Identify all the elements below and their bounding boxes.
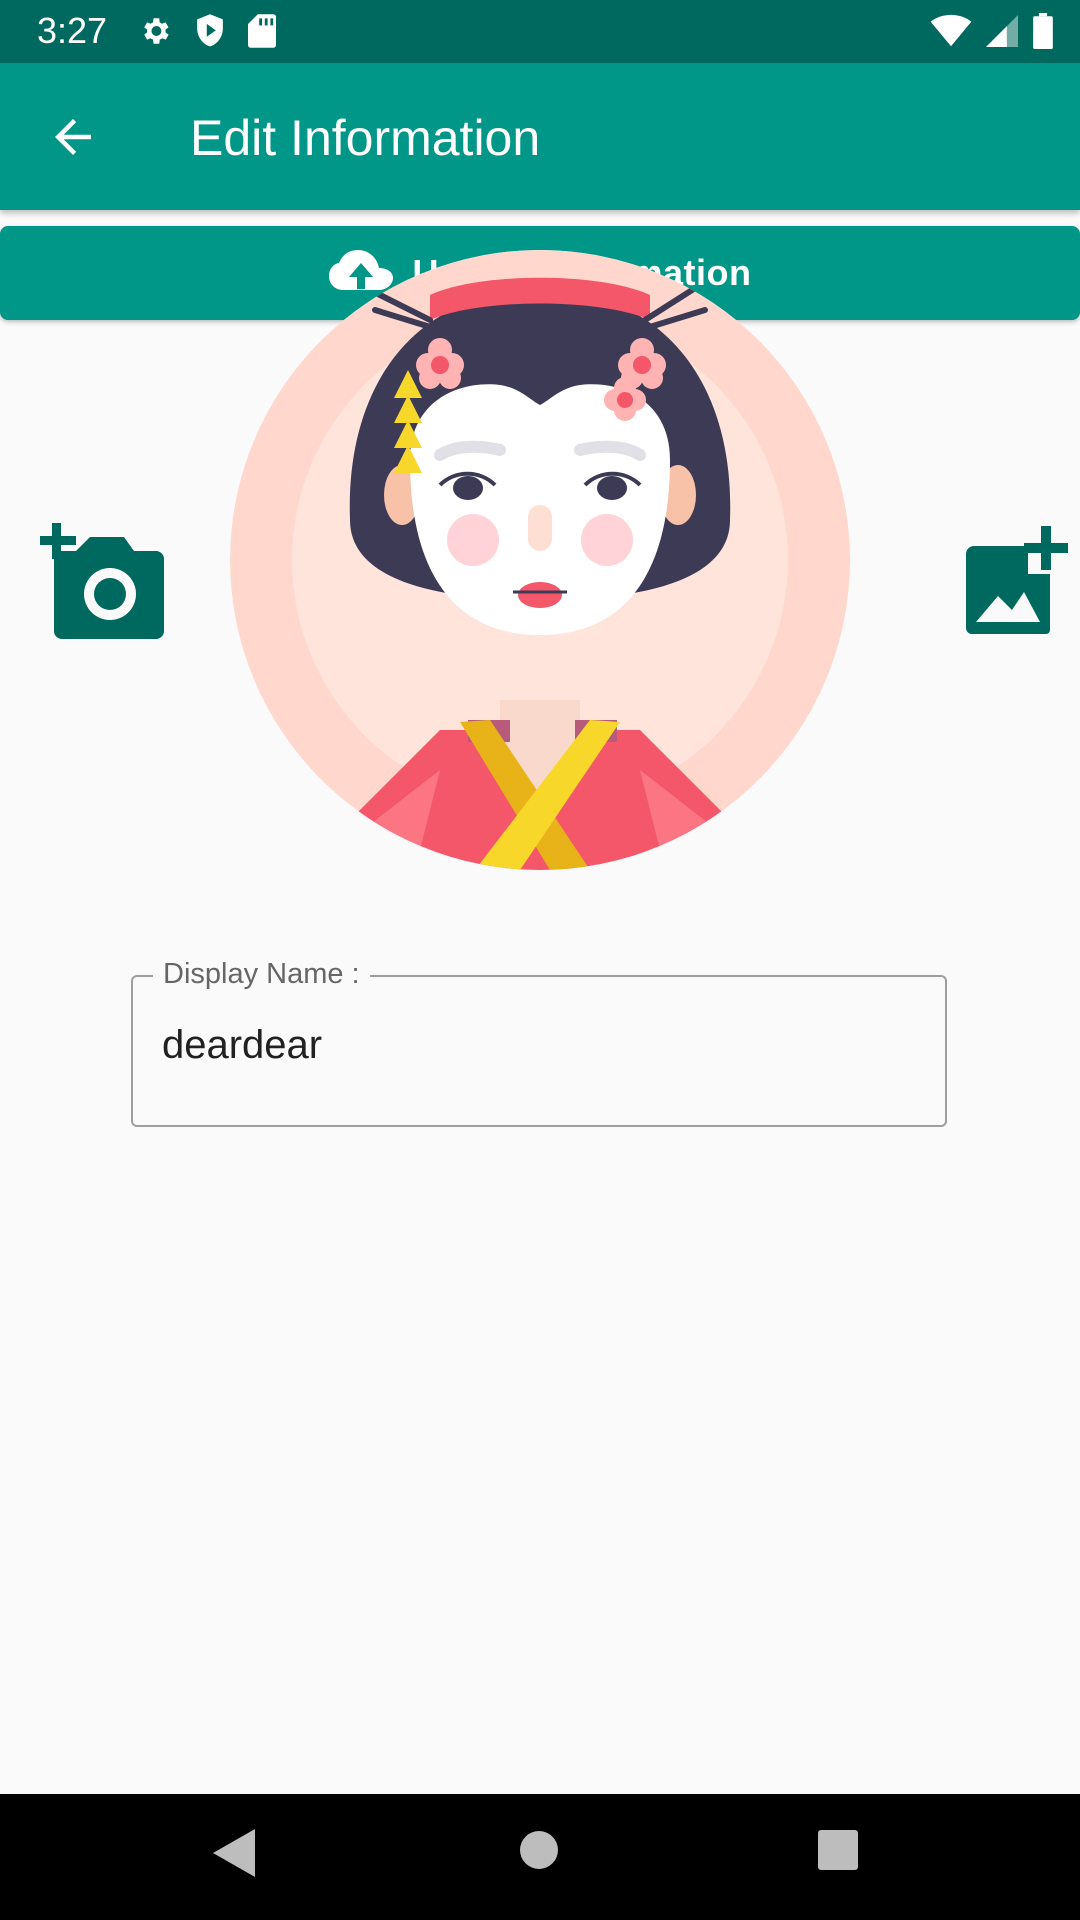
add-photo-icon[interactable] [966, 526, 1072, 634]
status-time: 3:27 [37, 10, 108, 51]
status-left-icons [138, 13, 276, 49]
cell-signal-icon [986, 15, 1018, 47]
battery-icon [1033, 13, 1053, 49]
display-name-input[interactable] [162, 1023, 902, 1068]
app-bar: Edit Information [0, 63, 1080, 210]
add-camera-icon[interactable] [40, 523, 168, 639]
settings-icon [144, 18, 169, 44]
status-bar: 3:27 [0, 0, 1080, 63]
system-nav-bar [0, 1794, 1080, 1920]
page-title: Edit Information [190, 110, 541, 166]
back-button[interactable] [46, 110, 100, 164]
wifi-icon [930, 14, 972, 47]
avatar[interactable] [230, 250, 850, 870]
display-name-field[interactable]: Display Name : [131, 957, 947, 1127]
sd-card-icon [248, 14, 276, 48]
nav-recents-icon[interactable] [818, 1830, 858, 1870]
nav-home-icon[interactable] [520, 1831, 558, 1869]
gallery-button[interactable] [966, 526, 1072, 634]
arrow-back-icon[interactable] [46, 110, 100, 164]
shield-icon [197, 14, 223, 47]
status-right-icons [930, 13, 1054, 49]
nav-back-icon[interactable] [213, 1829, 255, 1877]
camera-button[interactable] [40, 523, 168, 639]
display-name-label: Display Name : [153, 957, 370, 991]
